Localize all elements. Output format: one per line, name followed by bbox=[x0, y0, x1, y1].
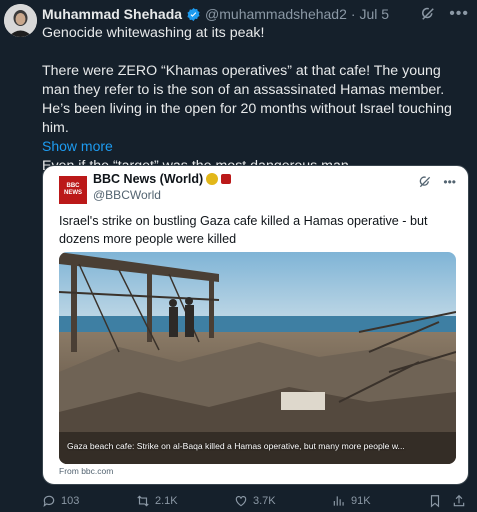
quoted-tweet-text: Israel's strike on bustling Gaza cafe ki… bbox=[59, 214, 428, 246]
like-button[interactable]: 3.7K bbox=[234, 494, 276, 508]
tweet-line-1: Genocide whitewashing at its peak! bbox=[42, 25, 265, 41]
quoted-author-handle[interactable]: @BBCWorld bbox=[93, 188, 161, 202]
reply-icon bbox=[43, 495, 55, 508]
bookmark-icon bbox=[430, 495, 440, 508]
show-more-link[interactable]: Show more bbox=[42, 138, 113, 154]
gold-verified-badge-icon bbox=[206, 173, 219, 185]
repost-button[interactable]: 2.1K bbox=[136, 494, 178, 508]
image-caption: Gaza beach cafe: Strike on al-Baqa kille… bbox=[67, 441, 405, 451]
like-count: 3.7K bbox=[253, 495, 276, 507]
affiliate-badge-icon bbox=[221, 174, 232, 184]
author-handle[interactable]: @muhammadshehad2 bbox=[205, 6, 347, 22]
grok-icon[interactable] bbox=[419, 5, 437, 23]
quoted-tweet-card[interactable]: BBC NEWS BBC News (World) @BBCWorld ••• … bbox=[42, 165, 469, 485]
bbc-news-logo[interactable]: BBC NEWS bbox=[59, 176, 87, 204]
quoted-author-name[interactable]: BBC News (World) bbox=[93, 172, 203, 186]
repost-icon bbox=[137, 495, 149, 507]
tweet-line-2: There were ZERO “Khamas operatives” at t… bbox=[42, 63, 452, 136]
analytics-icon bbox=[333, 496, 344, 506]
views-button[interactable]: 91K bbox=[332, 494, 371, 508]
quoted-grok-icon[interactable] bbox=[417, 174, 433, 190]
repost-count: 2.1K bbox=[155, 495, 178, 507]
reply-button[interactable]: 103 bbox=[42, 494, 79, 508]
quoted-tweet-image[interactable] bbox=[59, 252, 456, 464]
view-count: 91K bbox=[351, 495, 371, 507]
tweet-actions-bar: 103 2.1K 3.7K 91K bbox=[42, 494, 472, 510]
quoted-author-name-row[interactable]: BBC News (World) bbox=[93, 172, 232, 186]
author-name[interactable]: Muhammad Shehada bbox=[42, 6, 182, 22]
heart-icon bbox=[235, 496, 247, 507]
more-options-icon[interactable]: ••• bbox=[449, 5, 469, 23]
verified-badge-icon bbox=[187, 7, 200, 21]
bookmark-button[interactable] bbox=[428, 494, 442, 508]
share-button[interactable] bbox=[452, 494, 466, 508]
tweet[interactable]: Muhammad Shehada @muhammadshehad2 · Jul … bbox=[0, 0, 477, 512]
quoted-more-options-icon[interactable]: ••• bbox=[443, 175, 456, 189]
reply-count: 103 bbox=[61, 495, 80, 507]
author-avatar[interactable] bbox=[4, 4, 37, 37]
link-source[interactable]: From bbc.com bbox=[59, 466, 113, 476]
share-icon bbox=[453, 494, 465, 507]
tweet-date[interactable]: · Jul 5 bbox=[351, 6, 389, 22]
tweet-header: Muhammad Shehada @muhammadshehad2 · Jul … bbox=[42, 4, 469, 24]
